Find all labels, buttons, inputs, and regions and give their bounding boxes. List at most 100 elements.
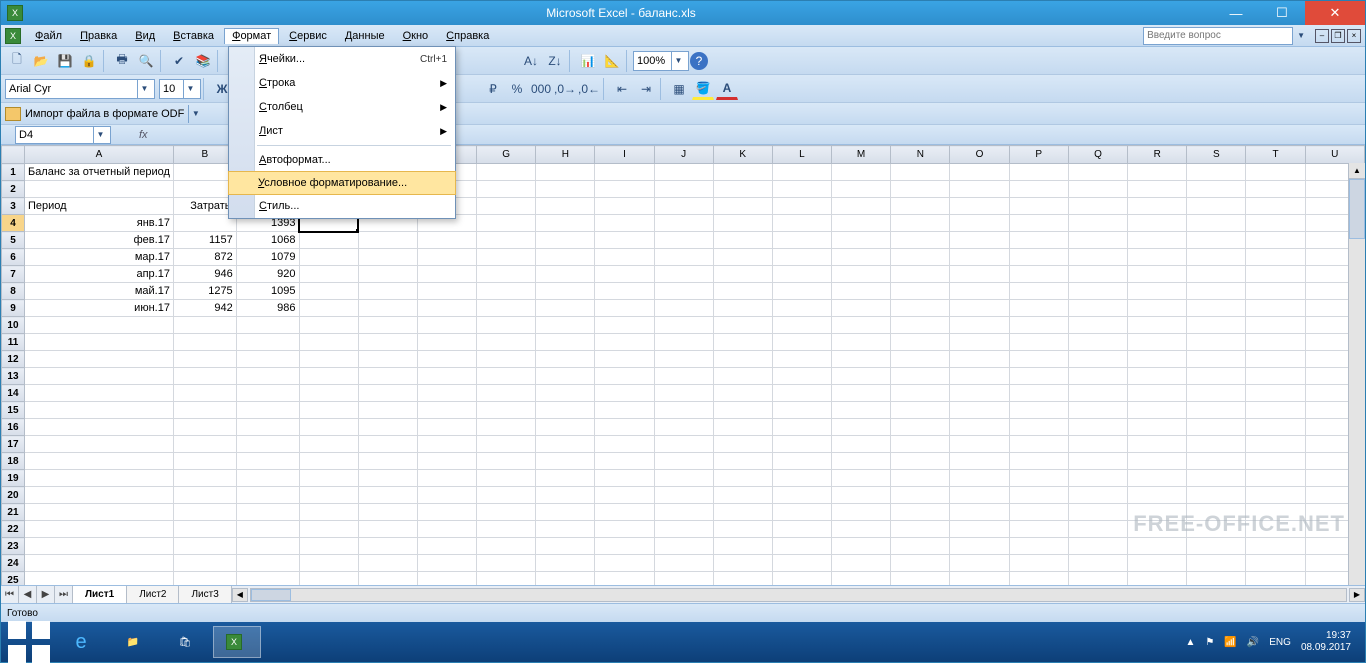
cell[interactable] <box>831 351 890 368</box>
row-header[interactable]: 6 <box>2 249 25 266</box>
cell[interactable] <box>536 385 595 402</box>
cell[interactable] <box>536 521 595 538</box>
cell[interactable]: Затраты <box>173 198 236 215</box>
cell[interactable] <box>1128 283 1187 300</box>
cell[interactable] <box>713 572 772 586</box>
cell[interactable] <box>1009 402 1068 419</box>
cell[interactable] <box>891 351 950 368</box>
col-header[interactable]: A <box>24 146 173 164</box>
cell[interactable] <box>173 215 236 232</box>
cell[interactable] <box>1009 453 1068 470</box>
taskbar-store-icon[interactable]: 🛍 <box>161 626 209 658</box>
sort-asc-icon[interactable]: A↓ <box>520 50 542 72</box>
cell[interactable] <box>654 521 713 538</box>
cell[interactable] <box>1009 555 1068 572</box>
cell[interactable] <box>417 487 476 504</box>
cell[interactable] <box>358 572 417 586</box>
cell[interactable] <box>713 487 772 504</box>
cell[interactable] <box>950 249 1009 266</box>
cell[interactable] <box>1068 538 1127 555</box>
cell[interactable] <box>654 487 713 504</box>
scroll-up-icon[interactable]: ▲ <box>1349 163 1365 179</box>
cell[interactable] <box>1068 266 1127 283</box>
cell[interactable] <box>831 538 890 555</box>
cell[interactable] <box>417 266 476 283</box>
cell[interactable] <box>417 555 476 572</box>
cell[interactable] <box>950 419 1009 436</box>
cell[interactable]: 872 <box>173 249 236 266</box>
cell[interactable] <box>236 470 299 487</box>
cell[interactable] <box>1246 164 1305 181</box>
cell[interactable] <box>477 283 536 300</box>
cell[interactable] <box>536 351 595 368</box>
cell[interactable] <box>358 368 417 385</box>
cell[interactable] <box>173 487 236 504</box>
cell[interactable] <box>831 181 890 198</box>
cell[interactable] <box>173 368 236 385</box>
cell[interactable] <box>536 266 595 283</box>
cell[interactable] <box>595 470 654 487</box>
horizontal-scrollbar[interactable] <box>250 588 1347 602</box>
cell[interactable] <box>1246 351 1305 368</box>
cell[interactable] <box>950 334 1009 351</box>
cell[interactable] <box>595 198 654 215</box>
format-menu-item[interactable]: Столбец▶ <box>229 95 455 119</box>
cell[interactable] <box>477 164 536 181</box>
cell[interactable] <box>891 555 950 572</box>
cell[interactable] <box>950 300 1009 317</box>
cell[interactable] <box>358 538 417 555</box>
cell[interactable] <box>236 351 299 368</box>
font-size-combo[interactable]: 10▼ <box>159 79 201 99</box>
cell[interactable] <box>299 487 358 504</box>
cell[interactable] <box>772 521 831 538</box>
workbook-icon[interactable]: X <box>5 28 21 44</box>
cell[interactable] <box>1068 436 1127 453</box>
cell[interactable] <box>595 283 654 300</box>
cell[interactable] <box>654 555 713 572</box>
cell[interactable] <box>173 402 236 419</box>
cell[interactable] <box>1187 453 1246 470</box>
cell[interactable] <box>654 419 713 436</box>
cell[interactable] <box>24 470 173 487</box>
cell[interactable] <box>1009 283 1068 300</box>
cell[interactable] <box>1246 419 1305 436</box>
menu-сервис[interactable]: Сервис <box>281 28 335 44</box>
cell[interactable] <box>831 436 890 453</box>
cell[interactable] <box>950 266 1009 283</box>
col-header[interactable]: J <box>654 146 713 164</box>
cell[interactable] <box>713 419 772 436</box>
cell[interactable] <box>1187 334 1246 351</box>
decrease-decimal-icon[interactable]: ,0← <box>578 78 600 100</box>
cell[interactable] <box>299 538 358 555</box>
tray-up-icon[interactable]: ▲ <box>1185 637 1195 648</box>
cell[interactable]: Баланс за отчетный период <box>24 164 173 181</box>
cell[interactable] <box>477 572 536 586</box>
tray-volume-icon[interactable]: 🔊 <box>1247 637 1259 648</box>
cell[interactable] <box>772 385 831 402</box>
cell[interactable] <box>299 368 358 385</box>
cell[interactable] <box>299 351 358 368</box>
cell[interactable] <box>1187 300 1246 317</box>
cell[interactable] <box>299 453 358 470</box>
cell[interactable] <box>1068 402 1127 419</box>
cell[interactable] <box>236 385 299 402</box>
cell[interactable] <box>1068 300 1127 317</box>
col-header[interactable]: L <box>772 146 831 164</box>
doc-close-button[interactable]: × <box>1347 29 1361 43</box>
cell[interactable] <box>1009 470 1068 487</box>
cell[interactable] <box>831 283 890 300</box>
fill-color-icon[interactable]: 🪣 <box>692 78 714 100</box>
cell[interactable] <box>1246 181 1305 198</box>
cell[interactable] <box>1246 470 1305 487</box>
format-menu-item[interactable]: Ячейки...Ctrl+1 <box>229 47 455 71</box>
cell[interactable] <box>1187 385 1246 402</box>
cell[interactable] <box>1009 198 1068 215</box>
cell[interactable] <box>173 317 236 334</box>
cell[interactable] <box>299 504 358 521</box>
cell[interactable] <box>477 555 536 572</box>
cell[interactable] <box>595 232 654 249</box>
cell[interactable] <box>891 198 950 215</box>
cell[interactable] <box>654 351 713 368</box>
cell[interactable] <box>595 317 654 334</box>
menu-данные[interactable]: Данные <box>337 28 393 44</box>
